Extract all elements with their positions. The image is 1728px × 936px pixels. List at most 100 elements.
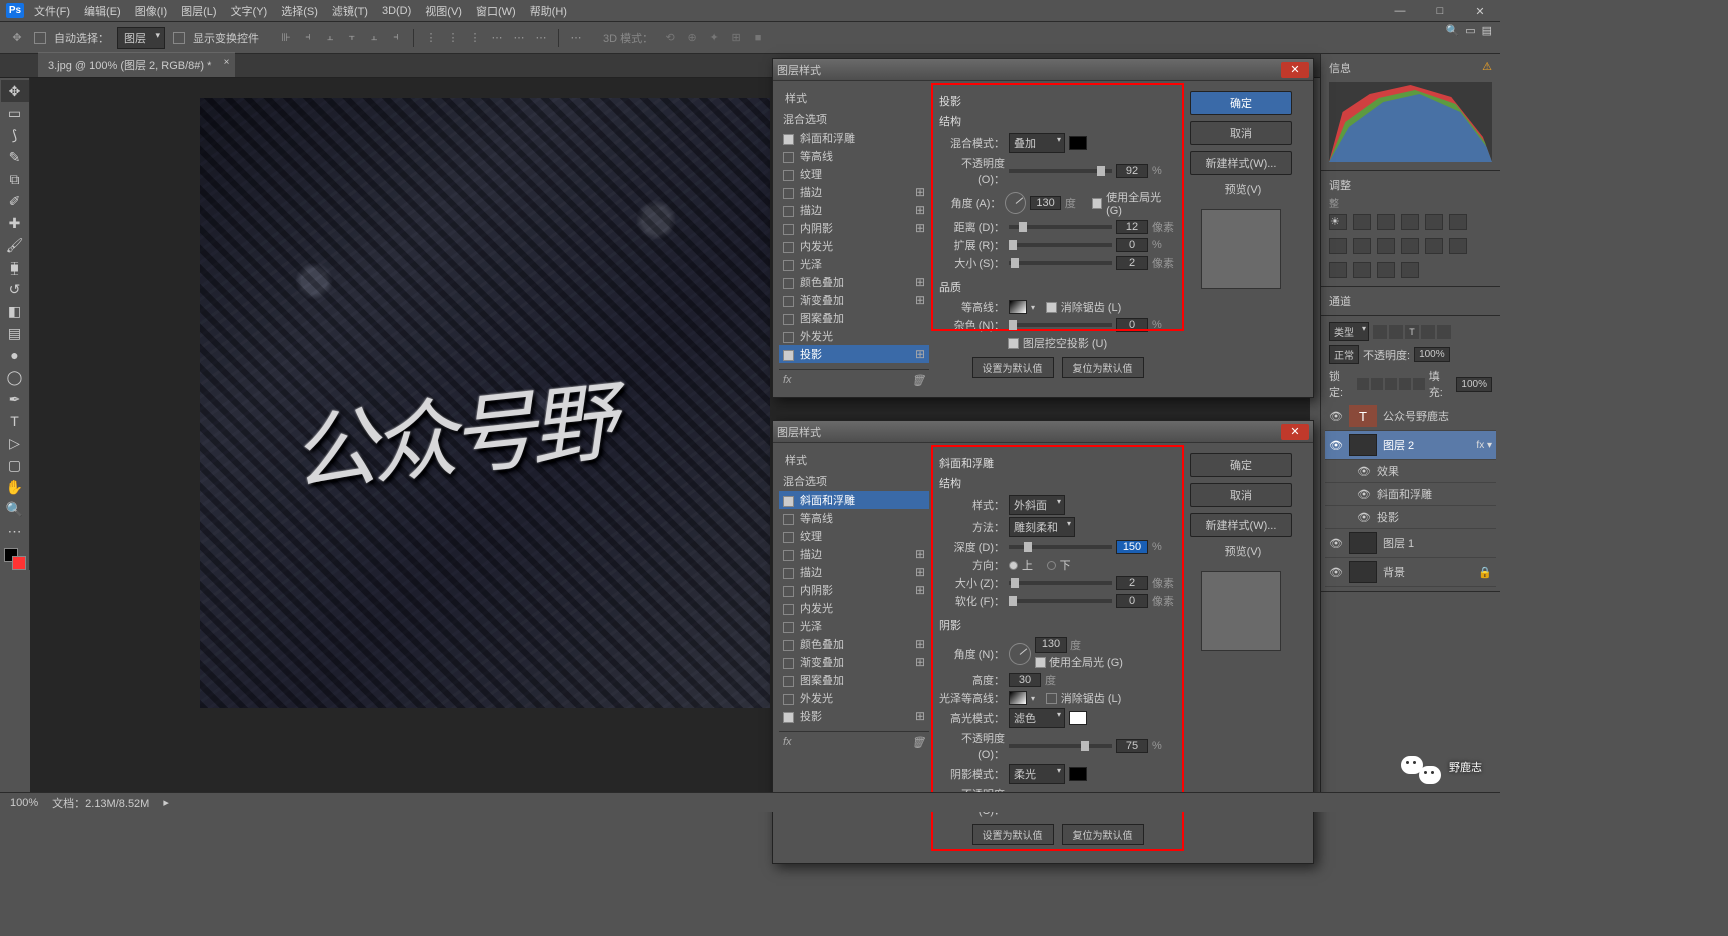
move-tool-icon[interactable]: ✥	[8, 29, 26, 47]
style-row[interactable]: 内发光	[779, 599, 929, 617]
layer-row[interactable]: 👁投影	[1325, 506, 1496, 529]
antialias-checkbox[interactable]	[1046, 693, 1057, 704]
depth-slider[interactable]	[1009, 545, 1112, 549]
adj-icon[interactable]	[1401, 262, 1419, 278]
angle-value[interactable]: 130	[1030, 196, 1061, 210]
global-light-checkbox[interactable]	[1092, 198, 1103, 209]
adj-icon[interactable]	[1377, 262, 1395, 278]
lock-icon[interactable]	[1371, 378, 1383, 390]
menu-3d[interactable]: 3D(D)	[382, 5, 411, 17]
more-icon[interactable]: ⋯	[567, 29, 585, 47]
plus-icon[interactable]: ⊞	[915, 709, 925, 723]
altitude-value[interactable]: 30	[1009, 673, 1041, 687]
blur-tool[interactable]: ●	[1, 344, 29, 366]
adj-icon[interactable]	[1425, 238, 1443, 254]
soften-slider[interactable]	[1009, 599, 1112, 603]
new-style-button[interactable]: 新建样式(W)...	[1190, 151, 1292, 175]
style-row[interactable]: 等高线	[779, 147, 929, 165]
adj-icon[interactable]	[1329, 238, 1347, 254]
plus-icon[interactable]: ⊞	[915, 347, 925, 361]
style-checkbox[interactable]	[783, 514, 794, 525]
style-checkbox[interactable]	[783, 568, 794, 579]
plus-icon[interactable]: ⊞	[915, 547, 925, 561]
opacity-value[interactable]: 100%	[1414, 347, 1450, 362]
lock-icon[interactable]	[1399, 378, 1411, 390]
type-tool[interactable]: T	[1, 410, 29, 432]
plus-icon[interactable]: ⊞	[915, 275, 925, 289]
color-swatch[interactable]	[4, 548, 26, 570]
filter-icon[interactable]	[1437, 325, 1451, 339]
angle-dial[interactable]	[1009, 643, 1031, 665]
align-icon[interactable]: ⊪	[277, 29, 295, 47]
align-icon[interactable]: ⫟	[343, 29, 361, 47]
adj-icon[interactable]	[1377, 214, 1395, 230]
trash-icon[interactable]: 🗑	[911, 374, 925, 387]
shadow-color[interactable]	[1069, 767, 1087, 781]
dist-icon[interactable]: ⋯	[510, 29, 528, 47]
style-checkbox[interactable]	[783, 712, 794, 723]
menu-file[interactable]: 文件(F)	[34, 3, 70, 19]
soften-value[interactable]: 0	[1116, 594, 1148, 608]
style-row[interactable]: 内阴影⊞	[779, 581, 929, 599]
history-brush-tool[interactable]: ↺	[1, 278, 29, 300]
plus-icon[interactable]: ⊞	[915, 293, 925, 307]
adj-icon[interactable]	[1449, 214, 1467, 230]
style-row[interactable]: 颜色叠加⊞	[779, 635, 929, 653]
style-checkbox[interactable]	[783, 332, 794, 343]
fill-value[interactable]: 100%	[1456, 377, 1492, 392]
close-icon[interactable]: ✕	[1281, 424, 1309, 440]
style-row[interactable]: 渐变叠加⊞	[779, 653, 929, 671]
style-row[interactable]: 图案叠加	[779, 309, 929, 327]
plus-icon[interactable]: ⊞	[915, 221, 925, 235]
dir-down-radio[interactable]	[1047, 561, 1056, 570]
style-checkbox[interactable]	[783, 532, 794, 543]
style-checkbox[interactable]	[783, 604, 794, 615]
style-checkbox[interactable]	[783, 350, 794, 361]
crop-tool[interactable]: ⧉	[1, 168, 29, 190]
style-row[interactable]: 等高线	[779, 509, 929, 527]
highlight-color[interactable]	[1069, 711, 1087, 725]
layer-filter-kind[interactable]: 类型	[1329, 322, 1369, 341]
fx-badge[interactable]: fx ▾	[1476, 440, 1492, 451]
style-checkbox[interactable]	[783, 260, 794, 271]
global-light-checkbox[interactable]	[1035, 657, 1046, 668]
style-row[interactable]: 图案叠加	[779, 671, 929, 689]
trash-icon[interactable]: 🗑	[911, 736, 925, 749]
style-row[interactable]: 描边⊞	[779, 545, 929, 563]
align-icon[interactable]: ⫞	[299, 29, 317, 47]
adj-icon[interactable]	[1329, 262, 1347, 278]
style-row[interactable]: 斜面和浮雕	[779, 491, 929, 509]
brush-tool[interactable]: 🖌	[1, 234, 29, 256]
adj-icon[interactable]: ☀	[1329, 214, 1347, 230]
opacity-slider[interactable]	[1009, 169, 1112, 173]
new-style-button[interactable]: 新建样式(W)...	[1190, 513, 1292, 537]
antialias-checkbox[interactable]	[1046, 302, 1057, 313]
document-tab[interactable]: 3.jpg @ 100% (图层 2, RGB/8#) * ×	[38, 52, 235, 77]
search-icon[interactable]: 🔍	[1445, 24, 1459, 37]
style-row[interactable]: 光泽	[779, 617, 929, 635]
style-checkbox[interactable]	[783, 170, 794, 181]
spread-value[interactable]: 0	[1116, 238, 1148, 252]
layer-row[interactable]: 👁背景🔒	[1325, 558, 1496, 587]
visibility-icon[interactable]: 👁	[1357, 511, 1371, 524]
dist-icon[interactable]: ⋮	[444, 29, 462, 47]
style-checkbox[interactable]	[783, 622, 794, 633]
reset-default-button[interactable]: 复位为默认值	[1062, 357, 1144, 378]
dir-up-radio[interactable]	[1009, 561, 1018, 570]
adj-icon[interactable]	[1425, 214, 1443, 230]
style-checkbox[interactable]	[783, 550, 794, 561]
visibility-icon[interactable]: 👁	[1329, 439, 1343, 452]
plus-icon[interactable]: ⊞	[915, 565, 925, 579]
plus-icon[interactable]: ⊞	[915, 203, 925, 217]
style-checkbox[interactable]	[783, 314, 794, 325]
menu-edit[interactable]: 编辑(E)	[84, 3, 121, 19]
menu-layer[interactable]: 图层(L)	[181, 3, 216, 19]
dist-icon[interactable]: ⋯	[532, 29, 550, 47]
stamp-tool[interactable]: ⧯	[1, 256, 29, 278]
gradient-tool[interactable]: ▤	[1, 322, 29, 344]
gloss-contour-picker[interactable]	[1009, 691, 1027, 705]
spread-slider[interactable]	[1009, 243, 1112, 247]
adj-icon[interactable]	[1353, 214, 1371, 230]
move-tool[interactable]: ✥	[1, 80, 29, 102]
style-row[interactable]: 投影⊞	[779, 345, 929, 363]
